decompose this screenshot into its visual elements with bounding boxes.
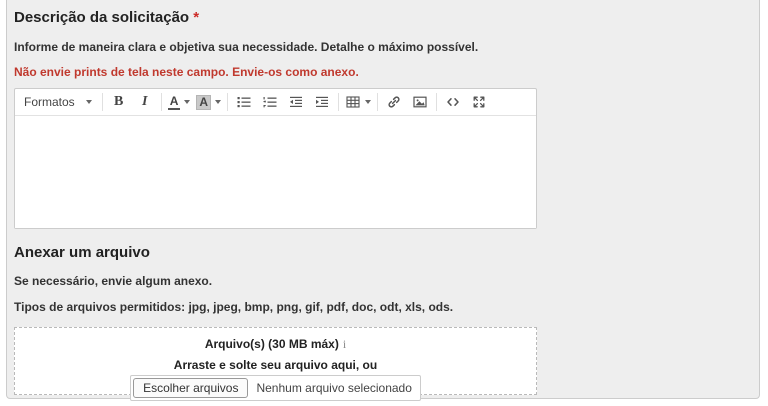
editor-toolbar: Formatos B I A A <box>15 89 536 116</box>
source-code-button[interactable] <box>440 91 466 113</box>
toolbar-separator <box>102 93 103 111</box>
bold-icon: B <box>114 94 123 110</box>
bold-button[interactable]: B <box>106 91 132 113</box>
info-icon[interactable]: i <box>343 337 346 351</box>
table-button[interactable] <box>342 91 374 113</box>
chevron-down-icon <box>215 100 221 104</box>
choose-files-button[interactable]: Escolher arquivos <box>133 378 248 398</box>
form-panel: Descrição da solicitação * Informe de ma… <box>6 0 760 399</box>
toolbar-separator <box>227 93 228 111</box>
dropzone-drag-text: Arraste e solte seu arquivo aqui, ou <box>15 358 536 372</box>
indent-icon <box>314 94 330 110</box>
formats-dropdown[interactable]: Formatos <box>17 91 99 113</box>
dropzone-title: Arquivo(s) (30 MB máx) i <box>15 337 536 351</box>
text-color-button[interactable]: A <box>165 91 194 113</box>
required-asterisk: * <box>193 9 199 26</box>
file-dropzone[interactable]: Arquivo(s) (30 MB máx) i Arraste e solte … <box>14 327 537 395</box>
source-code-icon <box>445 94 461 110</box>
rich-text-editor: Formatos B I A A <box>14 88 537 229</box>
outdent-button[interactable] <box>283 91 309 113</box>
rich-text-editor-body[interactable] <box>15 116 536 228</box>
fullscreen-icon <box>471 94 487 110</box>
chevron-down-icon <box>184 100 190 104</box>
table-icon <box>345 94 361 110</box>
link-icon <box>386 94 402 110</box>
dropzone-title-text: Arquivo(s) (30 MB máx) <box>205 337 339 351</box>
numbered-list-icon <box>262 94 278 110</box>
formats-label: Formatos <box>24 95 75 109</box>
image-icon <box>412 94 428 110</box>
italic-button[interactable]: I <box>132 91 158 113</box>
image-button[interactable] <box>407 91 433 113</box>
file-status-text: Nenhum arquivo selecionado <box>256 381 411 395</box>
description-warning-text: Não envie prints de tela neste campo. En… <box>14 65 752 79</box>
description-title-text: Descrição da solicitação <box>14 9 189 26</box>
bullet-list-icon <box>236 94 252 110</box>
outdent-icon <box>288 94 304 110</box>
allowed-file-types-text: Tipos de arquivos permitidos: jpg, jpeg,… <box>14 300 752 314</box>
attachment-section-title: Anexar um arquivo <box>14 244 752 262</box>
indent-button[interactable] <box>309 91 335 113</box>
chevron-down-icon <box>86 100 92 104</box>
bullet-list-button[interactable] <box>231 91 257 113</box>
toolbar-separator <box>338 93 339 111</box>
fullscreen-button[interactable] <box>466 91 492 113</box>
toolbar-separator <box>436 93 437 111</box>
background-color-icon: A <box>196 95 211 110</box>
link-button[interactable] <box>381 91 407 113</box>
background-color-button[interactable]: A <box>193 91 224 113</box>
chevron-down-icon <box>365 100 371 104</box>
numbered-list-button[interactable] <box>257 91 283 113</box>
italic-icon: I <box>142 94 147 110</box>
text-color-icon: A <box>168 95 181 110</box>
description-section-title: Descrição da solicitação * <box>14 9 752 27</box>
service-request-form-page: Descrição da solicitação * Informe de ma… <box>0 0 768 406</box>
attachment-help-text: Se necessário, envie algum anexo. <box>14 274 752 288</box>
toolbar-separator <box>377 93 378 111</box>
description-help-text: Informe de maneira clara e objetiva sua … <box>14 40 752 54</box>
file-input[interactable]: Escolher arquivos Nenhum arquivo selecio… <box>130 375 421 401</box>
toolbar-separator <box>161 93 162 111</box>
